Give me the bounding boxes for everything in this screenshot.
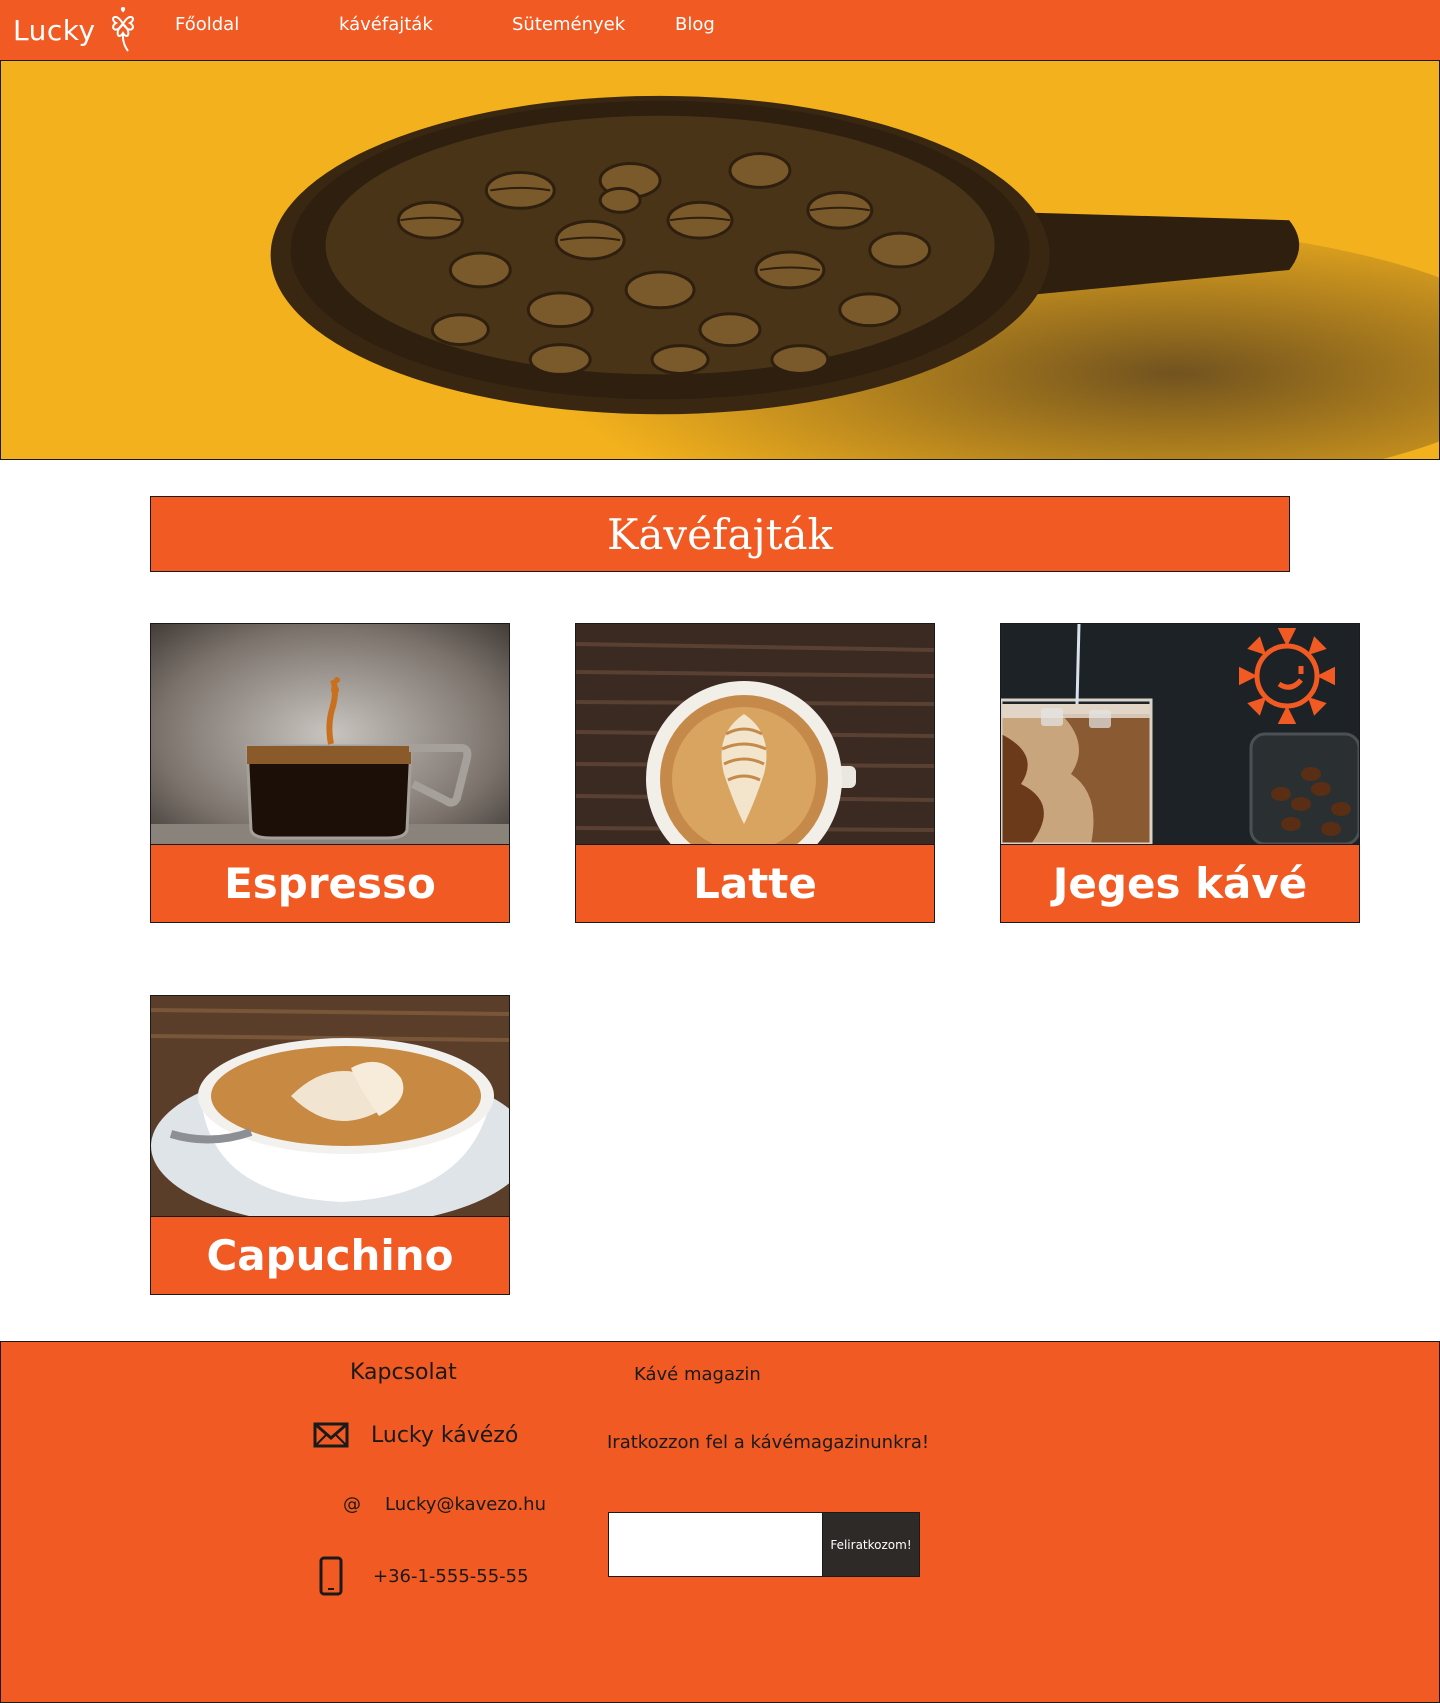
- product-name: Jeges kávé: [1001, 844, 1359, 922]
- nav-link-coffee-types[interactable]: kávéfajták: [339, 14, 433, 35]
- brand-logo[interactable]: Lucky: [13, 6, 140, 54]
- nav-link-home[interactable]: Főoldal: [175, 14, 239, 35]
- subscribe-button[interactable]: Feliratkozom!: [822, 1513, 919, 1576]
- phone-icon: [319, 1556, 343, 1596]
- brand-name: Lucky: [13, 13, 96, 47]
- contact-email-row: @ Lucky@kavezo.hu: [319, 1494, 546, 1515]
- subscribe-email-input[interactable]: [609, 1513, 822, 1576]
- clover-icon: [111, 7, 134, 52]
- magazine-invite-text: Iratkozzon fel a kávémagazinunkra!: [607, 1432, 930, 1453]
- product-name: Capuchino: [151, 1216, 509, 1294]
- espresso-photo: [151, 624, 509, 844]
- product-name: Latte: [576, 844, 934, 922]
- nav-link-blog[interactable]: Blog: [675, 14, 715, 35]
- contact-phone[interactable]: +36-1-555-55-55: [373, 1566, 529, 1587]
- iced-coffee-photo: [1001, 624, 1359, 844]
- coffee-beans-hero-image: [1, 61, 1439, 459]
- cappuccino-photo: [151, 996, 509, 1216]
- top-navigation: Lucky Főoldal kávéfajták Sütemények Blog: [0, 0, 1440, 61]
- product-card-cappuccino[interactable]: Capuchino: [150, 995, 510, 1295]
- nav-link-pastries[interactable]: Sütemények: [512, 14, 625, 35]
- product-card-latte[interactable]: Latte: [575, 623, 935, 923]
- contact-email[interactable]: Lucky@kavezo.hu: [385, 1494, 546, 1515]
- latte-photo: [576, 624, 934, 844]
- envelope-icon: [313, 1422, 349, 1448]
- contact-heading: Kapcsolat: [350, 1360, 457, 1385]
- section-title-bar: Kávéfajták: [150, 496, 1290, 572]
- contact-name-row: Lucky kávézó: [313, 1422, 518, 1448]
- product-name: Espresso: [151, 844, 509, 922]
- contact-phone-row: +36-1-555-55-55: [319, 1556, 529, 1596]
- contact-name: Lucky kávézó: [371, 1422, 519, 1448]
- section-title: Kávéfajták: [607, 509, 833, 559]
- at-sign-icon: @: [343, 1494, 361, 1515]
- site-footer: Kapcsolat Kávé magazin Lucky kávézó @ Lu…: [0, 1341, 1440, 1703]
- subscribe-form: Feliratkozom!: [608, 1512, 920, 1577]
- magazine-heading: Kávé magazin: [634, 1364, 761, 1385]
- hero-banner: [0, 60, 1440, 460]
- product-card-iced-coffee[interactable]: Jeges kávé: [1000, 623, 1360, 923]
- product-card-espresso[interactable]: Espresso: [150, 623, 510, 923]
